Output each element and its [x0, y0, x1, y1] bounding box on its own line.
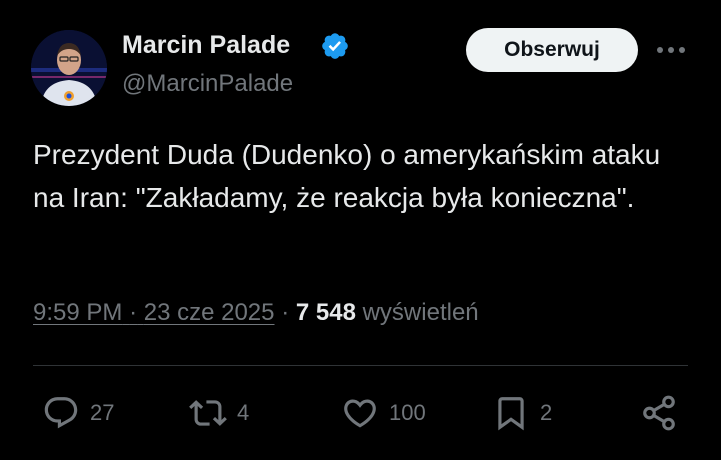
more-icon[interactable] — [653, 38, 689, 62]
like-icon — [344, 399, 376, 428]
tweet-time[interactable]: 9:59 PM — [33, 299, 122, 326]
like-button[interactable]: 100 — [341, 392, 426, 434]
bookmark-count: 2 — [540, 400, 553, 425]
bookmark-icon — [498, 397, 524, 431]
reply-count: 27 — [90, 400, 115, 425]
share-icon — [643, 395, 675, 431]
follow-button[interactable]: Obserwuj — [466, 28, 638, 72]
meta-separator: · — [281, 299, 290, 326]
avatar-image — [31, 30, 107, 106]
meta-separator: · — [129, 299, 138, 326]
views-count: 7 548 — [295, 299, 356, 326]
author-handle[interactable]: @MarcinPalade — [122, 70, 293, 98]
tweet-card: Marcin Palade @MarcinPalade Obserwuj Pre… — [0, 0, 721, 460]
tweet-timestamp[interactable]: 9:59 PM · 23 cze 2025 — [33, 299, 275, 326]
avatar[interactable] — [31, 30, 107, 106]
tweet-meta: 9:59 PM · 23 cze 2025 · 7 548 wyświetleń — [33, 299, 479, 327]
views-label: wyświetleń — [362, 299, 479, 326]
reply-button[interactable]: 27 — [42, 392, 114, 434]
reply-icon — [44, 397, 78, 429]
bookmark-button[interactable]: 2 — [492, 392, 552, 434]
author-display-name[interactable]: Marcin Palade — [122, 31, 290, 60]
repost-button[interactable]: 4 — [189, 392, 249, 434]
repost-count: 4 — [237, 400, 250, 425]
share-button[interactable] — [640, 392, 678, 434]
like-count: 100 — [389, 400, 426, 425]
tweet-date[interactable]: 23 cze 2025 — [144, 299, 275, 326]
divider — [33, 365, 688, 366]
repost-icon — [189, 400, 227, 426]
tweet-text: Prezydent Duda (Dudenko) o amerykańskim … — [33, 139, 661, 213]
verified-badge-icon — [322, 33, 348, 59]
